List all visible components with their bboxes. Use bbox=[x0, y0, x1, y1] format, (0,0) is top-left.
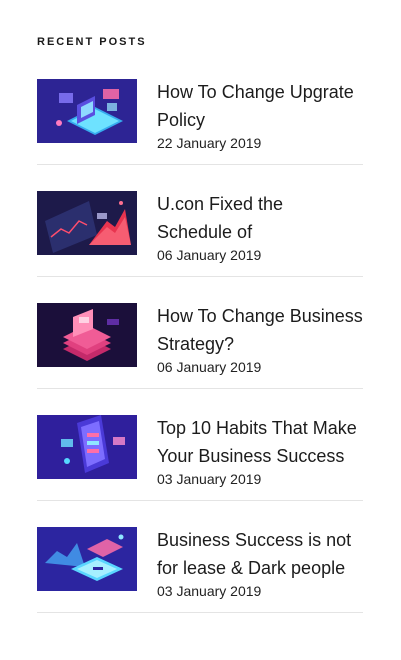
widget-title: RECENT POSTS bbox=[37, 36, 147, 48]
post-date: 22 January 2019 bbox=[157, 135, 262, 151]
post-thumbnail[interactable] bbox=[37, 303, 137, 367]
list-item: U.con Fixed the Schedule of 06 January 2… bbox=[37, 191, 363, 277]
post-title-link[interactable]: How To Change Upgrate Policy bbox=[157, 78, 363, 134]
post-date: 03 January 2019 bbox=[157, 583, 262, 599]
isometric-laptop-analytics-illustration-icon bbox=[37, 79, 137, 143]
post-date: 03 January 2019 bbox=[157, 471, 262, 487]
post-body: Business Success is not for lease & Dark… bbox=[157, 527, 363, 599]
isometric-mobile-app-illustration-icon bbox=[37, 415, 137, 479]
post-thumbnail[interactable] bbox=[37, 79, 137, 143]
list-item: Top 10 Habits That Make Your Business Su… bbox=[37, 415, 363, 501]
post-title-link[interactable]: Top 10 Habits That Make Your Business Su… bbox=[157, 414, 363, 470]
post-title-link[interactable]: Business Success is not for lease & Dark… bbox=[157, 526, 363, 582]
post-thumbnail[interactable] bbox=[37, 415, 137, 479]
post-body: U.con Fixed the Schedule of 06 January 2… bbox=[157, 191, 363, 263]
post-thumbnail[interactable] bbox=[37, 191, 137, 255]
post-list: How To Change Upgrate Policy 22 January … bbox=[37, 79, 363, 639]
post-title-link[interactable]: U.con Fixed the Schedule of bbox=[157, 190, 363, 246]
list-item: How To Change Upgrate Policy 22 January … bbox=[37, 79, 363, 165]
post-date: 06 January 2019 bbox=[157, 359, 262, 375]
post-thumbnail[interactable] bbox=[37, 527, 137, 591]
list-item: How To Change Business Strategy? 06 Janu… bbox=[37, 303, 363, 389]
post-body: Top 10 Habits That Make Your Business Su… bbox=[157, 415, 363, 487]
list-item: Business Success is not for lease & Dark… bbox=[37, 527, 363, 613]
isometric-chart-dashboard-illustration-icon bbox=[37, 191, 137, 255]
isometric-finance-cards-illustration-icon bbox=[37, 527, 137, 591]
post-body: How To Change Upgrate Policy 22 January … bbox=[157, 79, 363, 151]
post-date: 06 January 2019 bbox=[157, 247, 262, 263]
post-title-link[interactable]: How To Change Business Strategy? bbox=[157, 302, 363, 358]
post-body: How To Change Business Strategy? 06 Janu… bbox=[157, 303, 363, 375]
isometric-stacked-layers-illustration-icon bbox=[37, 303, 137, 367]
recent-posts-widget: RECENT POSTS How To Change Upgrate Polic… bbox=[37, 35, 363, 613]
